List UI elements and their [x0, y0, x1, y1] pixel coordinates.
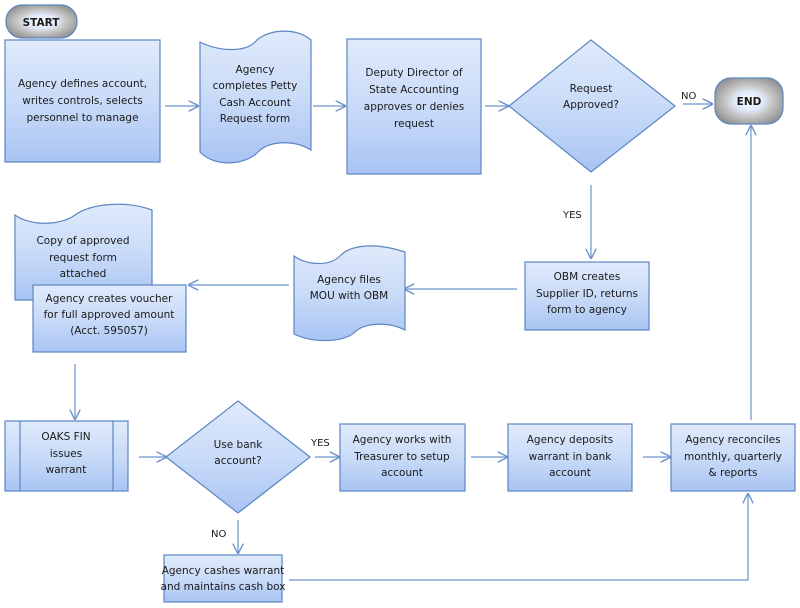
edge-label-bank-no: NO	[211, 529, 226, 540]
node-text: & reports	[708, 467, 757, 479]
node-oaks-fin[interactable]: OAKS FIN issues warrant	[4, 420, 129, 492]
node-text: Request form	[220, 113, 290, 125]
node-text: Agency files	[317, 274, 381, 286]
node-define-account[interactable]: Agency defines account, writes controls,…	[4, 39, 161, 163]
node-text: account	[549, 467, 591, 479]
node-text: account	[381, 467, 423, 479]
node-text: and maintains cash box	[161, 581, 286, 593]
node-request-form[interactable]: Agency completes Petty Cash Account Requ…	[199, 30, 312, 164]
node-text: account?	[214, 455, 261, 467]
node-create-voucher[interactable]: Agency creates voucher for full approved…	[32, 284, 187, 353]
node-text: Use bank	[214, 439, 264, 451]
node-text: for full approved amount	[44, 309, 175, 321]
end-label: END	[737, 96, 762, 108]
node-files-mou[interactable]: Agency files MOU with OBM	[293, 245, 406, 342]
edge-label-approved-yes: YES	[562, 210, 582, 221]
node-text: request form	[49, 252, 117, 264]
node-text: form to agency	[547, 304, 627, 316]
node-text: warrant in bank	[529, 451, 613, 463]
node-deputy-director[interactable]: Deputy Director of State Accounting appr…	[346, 38, 482, 175]
node-text: Cash Account	[219, 97, 291, 109]
node-text: (Acct. 595057)	[70, 325, 148, 337]
node-text: Agency defines account,	[18, 78, 147, 90]
start-label: START	[23, 17, 61, 29]
flowchart: NO YES YES NO Agency defines account, wr…	[4, 4, 796, 603]
node-text: Approved?	[563, 99, 619, 111]
node-text: Agency cashes warrant	[162, 565, 285, 577]
node-deposits[interactable]: Agency deposits warrant in bank account	[507, 423, 633, 492]
node-obm-supplier[interactable]: OBM creates Supplier ID, returns form to…	[524, 261, 650, 331]
node-text: Treasurer to setup	[353, 451, 450, 463]
node-text: OBM creates	[554, 271, 621, 283]
node-text: Copy of approved	[36, 235, 129, 247]
connector-cashbox-to-reconciles	[289, 494, 748, 581]
node-text: warrant	[46, 464, 87, 476]
node-text: completes Petty	[213, 80, 298, 92]
node-text: Supplier ID, returns	[536, 288, 638, 300]
node-text: State Accounting	[369, 84, 459, 96]
node-text: attached	[60, 268, 107, 280]
node-text: approves or denies	[364, 101, 464, 113]
node-text: writes controls, selects	[22, 95, 142, 107]
node-text: issues	[50, 448, 82, 460]
start-terminator[interactable]: START	[5, 4, 78, 39]
node-text: personnel to manage	[26, 112, 138, 124]
node-text: Request	[570, 83, 613, 95]
decision-use-bank-account[interactable]: Use bank account?	[165, 400, 311, 514]
node-text: Agency	[236, 64, 275, 76]
node-text: monthly, quarterly	[684, 451, 782, 463]
node-text: Deputy Director of	[365, 67, 462, 79]
node-text: MOU with OBM	[310, 290, 389, 302]
node-text: Agency works with	[353, 434, 452, 446]
node-text: OAKS FIN	[41, 431, 90, 443]
node-text: Agency deposits	[527, 434, 613, 446]
node-text: Agency creates voucher	[46, 293, 174, 305]
node-text: request	[394, 118, 434, 130]
decision-request-approved[interactable]: Request Approved?	[508, 39, 676, 173]
node-cash-box[interactable]: Agency cashes warrant and maintains cash…	[161, 554, 286, 603]
node-text: Agency reconciles	[685, 434, 780, 446]
node-reconciles[interactable]: Agency reconciles monthly, quarterly & r…	[670, 423, 796, 492]
end-terminator[interactable]: END	[714, 77, 784, 125]
edge-label-approved-no: NO	[681, 91, 696, 102]
edge-label-bank-yes: YES	[310, 438, 330, 449]
node-treasurer[interactable]: Agency works with Treasurer to setup acc…	[339, 423, 466, 492]
